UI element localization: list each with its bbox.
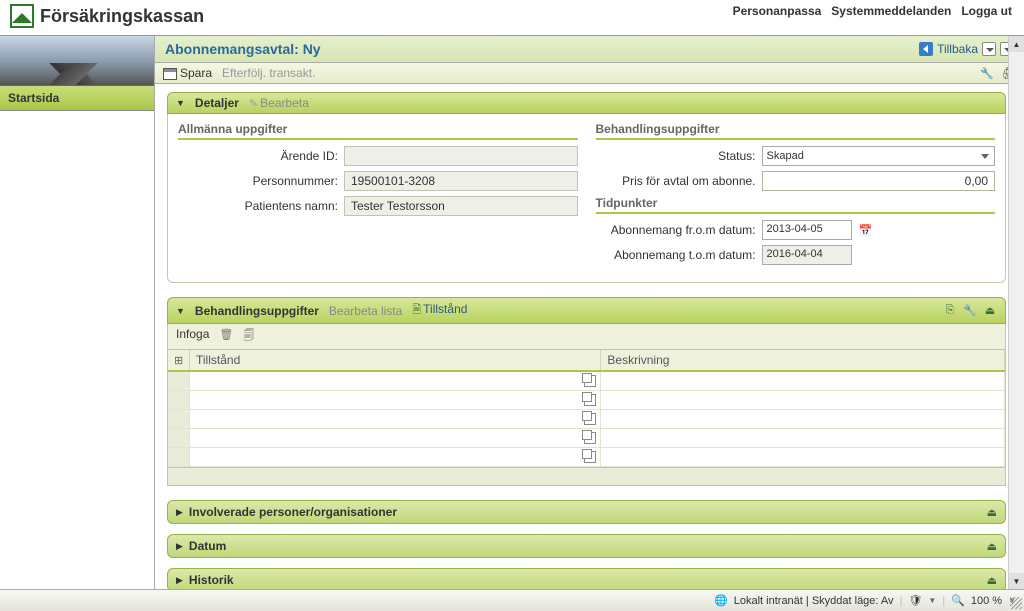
field-price[interactable]: 0,00	[762, 171, 996, 191]
grid-header: Tillstånd Beskrivning	[168, 350, 1005, 372]
expand-icon[interactable]: ▶	[176, 541, 183, 552]
link-personalize[interactable]: Personanpassa	[733, 4, 822, 18]
expand-icon[interactable]: ▶	[176, 575, 183, 586]
save-icon	[163, 68, 177, 80]
value-help-icon[interactable]	[584, 394, 596, 406]
lock-icon[interactable]: ⏏	[983, 304, 997, 318]
label-from-date: Abonnemang fr.o.m datum:	[596, 223, 756, 237]
left-sidebar: Startsida	[0, 36, 155, 589]
edit-action: Bearbeta	[249, 96, 309, 110]
table-row[interactable]	[168, 448, 1005, 467]
list-action: Bearbeta lista	[329, 304, 402, 318]
panel-body-detaljer: Allmänna uppgifter Ärende ID: Personnumm…	[167, 114, 1006, 283]
sidebar-item-startsida[interactable]: Startsida	[0, 86, 154, 111]
field-to-date: 2016-04-04	[762, 245, 852, 265]
security-dropdown-icon[interactable]: ▼	[928, 596, 936, 605]
grid-footer	[168, 467, 1005, 485]
field-case-id[interactable]	[344, 146, 578, 166]
brand-area: Försäkringskassan	[0, 0, 214, 32]
lock-icon[interactable]: ⏏	[987, 574, 997, 587]
panel-header-treatment[interactable]: ▼ Behandlingsuppgifter Bearbeta lista Ti…	[167, 297, 1006, 324]
panel-title-involved: Involverade personer/organisationer	[189, 505, 397, 519]
panel-history[interactable]: ▶ Historik ⏏	[167, 568, 1006, 589]
treatment-grid: Tillstånd Beskrivning	[167, 350, 1006, 486]
section-general: Allmänna uppgifter	[178, 122, 578, 140]
pencil-icon	[249, 96, 260, 110]
link-system-messages[interactable]: Systemmeddelanden	[831, 4, 951, 18]
action-toolbar: Spara Efterfölj. transakt.	[155, 63, 1024, 84]
panel-title-date: Datum	[189, 539, 226, 553]
back-dropdown-icon[interactable]	[982, 42, 996, 56]
label-patient-name: Patientens namn:	[178, 199, 338, 213]
field-patient-name[interactable]: Tester Testorsson	[344, 196, 578, 216]
grid-toolbar: Infoga	[167, 324, 1006, 350]
table-row[interactable]	[168, 391, 1005, 410]
collapse-icon[interactable]: ▼	[176, 98, 185, 108]
label-case-id: Ärende ID:	[178, 149, 338, 163]
back-icon[interactable]	[919, 42, 933, 56]
section-times: Tidpunkter	[596, 196, 996, 214]
copy-icon[interactable]	[243, 327, 254, 346]
table-row[interactable]	[168, 429, 1005, 448]
expand-icon[interactable]: ▶	[176, 507, 183, 518]
vertical-scrollbar[interactable]: ▲ ▼	[1008, 36, 1024, 589]
panel-date[interactable]: ▶ Datum ⏏	[167, 534, 1006, 558]
value-help-icon[interactable]	[584, 432, 596, 444]
resize-handle[interactable]	[1010, 597, 1022, 609]
tool-icon[interactable]: 🔧	[963, 304, 977, 318]
value-help-icon[interactable]	[584, 451, 596, 463]
collapse-icon[interactable]: ▼	[176, 306, 185, 316]
tree-icon	[174, 353, 186, 365]
delete-icon[interactable]	[219, 327, 233, 346]
scroll-down-icon[interactable]: ▼	[1009, 573, 1024, 589]
insert-button[interactable]: Infoga	[176, 327, 209, 346]
zoom-icon[interactable]	[951, 594, 965, 607]
value-help-icon[interactable]	[584, 375, 596, 387]
settings-icon[interactable]	[980, 66, 994, 80]
back-button[interactable]: Tillbaka	[937, 42, 978, 56]
browser-status-bar: Lokalt intranät | Skyddat läge: Av | 🛡 ▼…	[0, 589, 1024, 611]
main-content: Abonnemangsavtal: Ny Tillbaka Spara Efte…	[155, 36, 1024, 589]
lock-icon[interactable]: ⏏	[987, 540, 997, 553]
brand-logo-icon	[10, 4, 34, 28]
panel-title-history: Historik	[189, 573, 234, 587]
export-icon[interactable]: ⎘	[943, 304, 957, 318]
app-header: Försäkringskassan Personanpassa Systemme…	[0, 0, 1024, 36]
content-scroll-area: ▼ Detaljer Bearbeta Allmänna uppgifter Ä…	[155, 84, 1024, 589]
column-selector[interactable]	[168, 350, 190, 370]
brand-name: Försäkringskassan	[40, 6, 204, 27]
label-price: Pris för avtal om abonne.	[596, 174, 756, 188]
panel-involved[interactable]: ▶ Involverade personer/organisationer ⏏	[167, 500, 1006, 524]
zone-icon	[714, 594, 728, 607]
zoom-level: 100 %	[971, 595, 1002, 607]
zone-text: Lokalt intranät | Skyddat läge: Av	[734, 595, 894, 607]
label-person-number: Personnummer:	[178, 174, 338, 188]
followup-button: Efterfölj. transakt.	[222, 66, 315, 80]
section-treatment: Behandlingsuppgifter	[596, 122, 996, 140]
field-person-number[interactable]: 19500101-3208	[344, 171, 578, 191]
value-help-icon[interactable]	[584, 413, 596, 425]
column-condition[interactable]: Tillstånd	[190, 350, 601, 370]
scroll-up-icon[interactable]: ▲	[1009, 36, 1024, 52]
panel-title-detaljer: Detaljer	[195, 96, 239, 110]
label-status: Status:	[596, 149, 756, 163]
lock-icon[interactable]: ⏏	[987, 506, 997, 519]
save-button[interactable]: Spara	[163, 66, 212, 80]
page-title: Abonnemangsavtal: Ny	[165, 41, 321, 57]
condition-action[interactable]: Tillstånd	[412, 301, 467, 320]
table-row[interactable]	[168, 372, 1005, 391]
panel-header-detaljer[interactable]: ▼ Detaljer Bearbeta	[167, 92, 1006, 114]
column-description[interactable]: Beskrivning	[601, 350, 1005, 370]
page-title-bar: Abonnemangsavtal: Ny Tillbaka	[155, 36, 1024, 63]
panel-title-treatment: Behandlingsuppgifter	[195, 304, 319, 318]
select-status[interactable]: Skapad	[762, 146, 996, 166]
field-from-date[interactable]: 2013-04-05	[762, 220, 852, 240]
sidebar-banner-image	[0, 36, 154, 86]
calendar-icon[interactable]	[858, 222, 874, 238]
document-icon	[412, 302, 423, 316]
table-row[interactable]	[168, 410, 1005, 429]
label-to-date: Abonnemang t.o.m datum:	[596, 248, 756, 262]
link-logout[interactable]: Logga ut	[961, 4, 1012, 18]
header-links: Personanpassa Systemmeddelanden Logga ut	[721, 0, 1024, 22]
